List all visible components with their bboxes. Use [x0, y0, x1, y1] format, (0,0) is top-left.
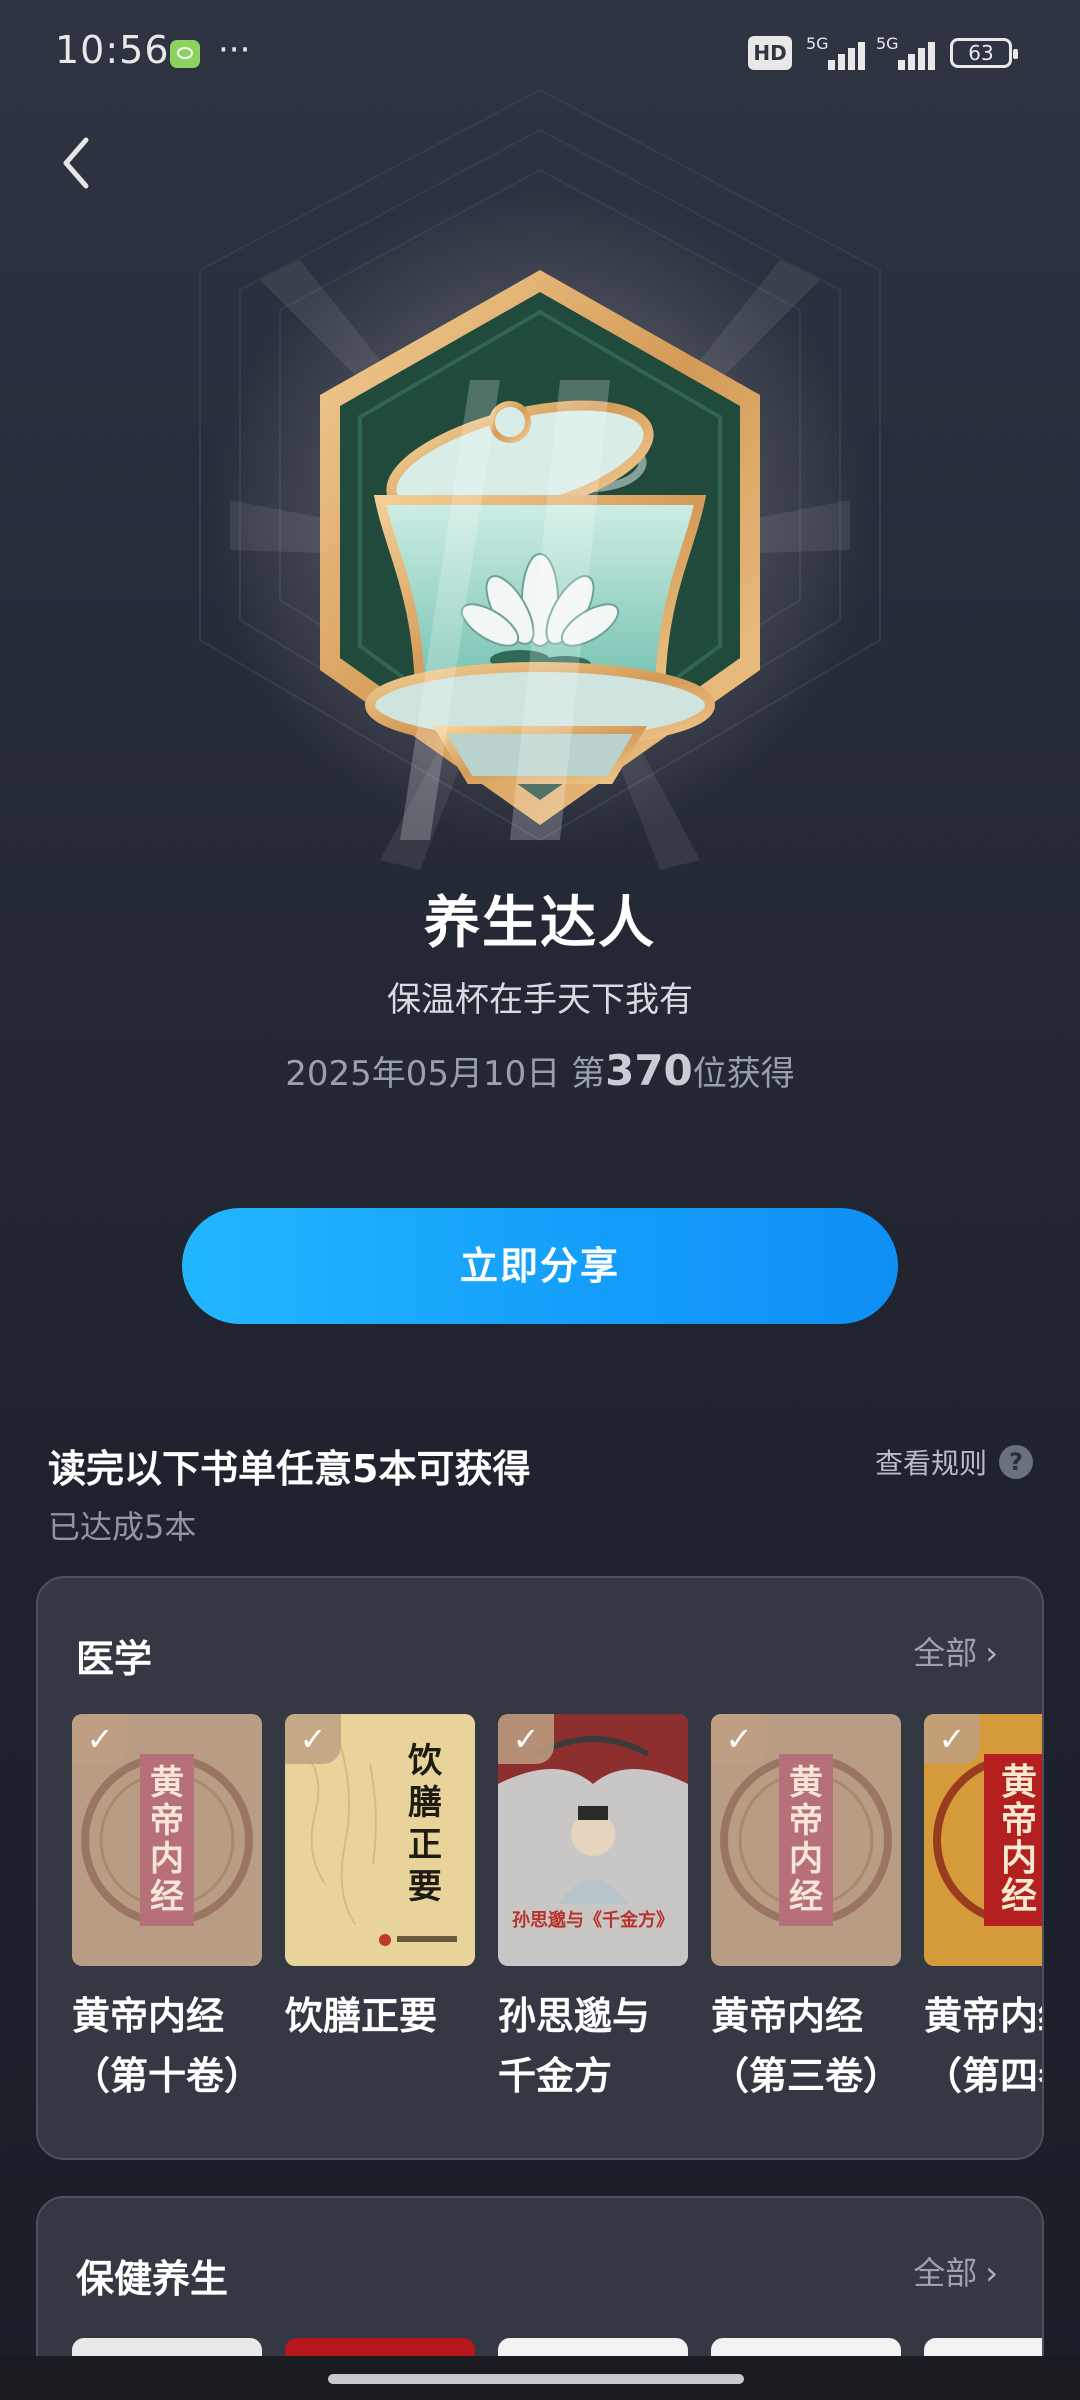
- svg-text:黄: 黄: [1001, 1762, 1037, 1803]
- badge-subtitle: 保温杯在手天下我有: [387, 980, 693, 1020]
- home-indicator[interactable]: [328, 2374, 744, 2384]
- chevron-right-icon: ›: [985, 1634, 998, 1672]
- book-cover: 黄 帝 内 经 ✓: [72, 1714, 262, 1966]
- book-item[interactable]: 黄 帝 内 经 ✓ 黄帝内经 （第四卷）: [924, 1714, 1042, 2106]
- book-title: 孙思邈与 千金方: [498, 1994, 651, 2098]
- signal-strength-icon-2: 5G: [876, 34, 938, 70]
- svg-text:帝: 帝: [150, 1801, 184, 1841]
- book-cover: 黄 帝 内 经 ✓: [711, 1714, 901, 1966]
- book-item[interactable]: 饮 膳 正 要 ✓ 饮膳正要: [285, 1714, 475, 2046]
- category-title: 保健养生: [76, 2257, 229, 2301]
- view-all-link[interactable]: 全部 ›: [913, 1628, 998, 1674]
- hd-voice-icon: HD: [748, 36, 792, 70]
- share-button[interactable]: 立即分享: [182, 1208, 898, 1324]
- svg-text:黄: 黄: [150, 1763, 184, 1803]
- svg-text:经: 经: [789, 1877, 823, 1917]
- svg-text:帝: 帝: [789, 1801, 823, 1841]
- svg-text:经: 经: [150, 1877, 184, 1917]
- svg-text:饮: 饮: [408, 1741, 443, 1781]
- earned-rank: 370: [605, 1046, 693, 1095]
- svg-text:经: 经: [1001, 1876, 1037, 1917]
- task-progress: 已达成5本: [48, 1508, 197, 1546]
- book-title: 饮膳正要: [285, 1994, 438, 2038]
- signal-strength-icon: 5G: [806, 34, 868, 70]
- view-all-label: 全部: [913, 2254, 978, 2292]
- completed-check-icon: ✓: [498, 1714, 554, 1764]
- book-item[interactable]: 黄 帝 内 经 ✓ 黄帝内经 （第十卷）: [72, 1714, 262, 2106]
- svg-text:黄: 黄: [789, 1763, 823, 1803]
- view-rules-link[interactable]: 查看规则 ?: [875, 1442, 1034, 1482]
- book-item[interactable]: 黄 帝 内 经 ✓ 黄帝内经 （第三卷）: [711, 1714, 901, 2106]
- view-all-link[interactable]: 全部 ›: [913, 2248, 998, 2294]
- earned-date: 2025年05月10日 第: [285, 1054, 606, 1094]
- completed-check-icon: ✓: [924, 1714, 980, 1764]
- chevron-right-icon: ›: [985, 2254, 998, 2292]
- book-title: 黄帝内经 （第十卷）: [72, 1994, 263, 2098]
- book-cover: 孙思邈与《千金方》 ✓: [498, 1714, 688, 1966]
- category-title: 医学: [76, 1637, 153, 1681]
- svg-text:要: 要: [408, 1867, 442, 1907]
- more-notifications-icon: ···: [218, 30, 251, 70]
- svg-text:膳: 膳: [408, 1783, 442, 1823]
- svg-text:内: 内: [789, 1839, 823, 1879]
- view-rules-label: 查看规则: [875, 1447, 988, 1480]
- book-cover: 黄 帝 内 经 ✓: [924, 1714, 1042, 1966]
- completed-check-icon: ✓: [72, 1714, 128, 1764]
- earned-suffix: 位获得: [692, 1054, 795, 1094]
- svg-text:内: 内: [1001, 1838, 1037, 1879]
- svg-text:孙思邈与《千金方》: 孙思邈与《千金方》: [512, 1909, 674, 1931]
- task-title: 读完以下书单任意5本可获得: [48, 1447, 531, 1491]
- completed-check-icon: ✓: [711, 1714, 767, 1764]
- svg-text:正: 正: [408, 1825, 442, 1865]
- wechat-notification-icon: [170, 40, 200, 68]
- book-cover: 饮 膳 正 要 ✓: [285, 1714, 475, 1966]
- badge-title: 养生达人: [424, 891, 656, 956]
- view-all-label: 全部: [913, 1634, 978, 1672]
- category-card-medicine: 医学 全部 › 黄 帝 内 经 ✓ 黄帝内经 （第十卷） 饮 膳 正 要 ✓ 饮…: [36, 1576, 1044, 2160]
- lotus-tea-cup-badge-icon: [199, 88, 881, 870]
- badge-earned-info: 2025年05月10日 第370位获得: [0, 1046, 1080, 1095]
- book-item[interactable]: 孙思邈与《千金方》 ✓ 孙思邈与 千金方: [498, 1714, 688, 2106]
- status-time: 10:56: [55, 28, 170, 72]
- svg-text:内: 内: [150, 1839, 184, 1879]
- book-title: 黄帝内经 （第四卷）: [924, 1994, 1042, 2098]
- completed-check-icon: ✓: [285, 1714, 341, 1764]
- svg-text:帝: 帝: [1001, 1800, 1037, 1841]
- book-title: 黄帝内经 （第三卷）: [711, 1994, 902, 2098]
- badge-illustration: [0, 80, 1080, 920]
- help-icon: ?: [999, 1445, 1034, 1479]
- battery-icon: 63: [950, 38, 1018, 68]
